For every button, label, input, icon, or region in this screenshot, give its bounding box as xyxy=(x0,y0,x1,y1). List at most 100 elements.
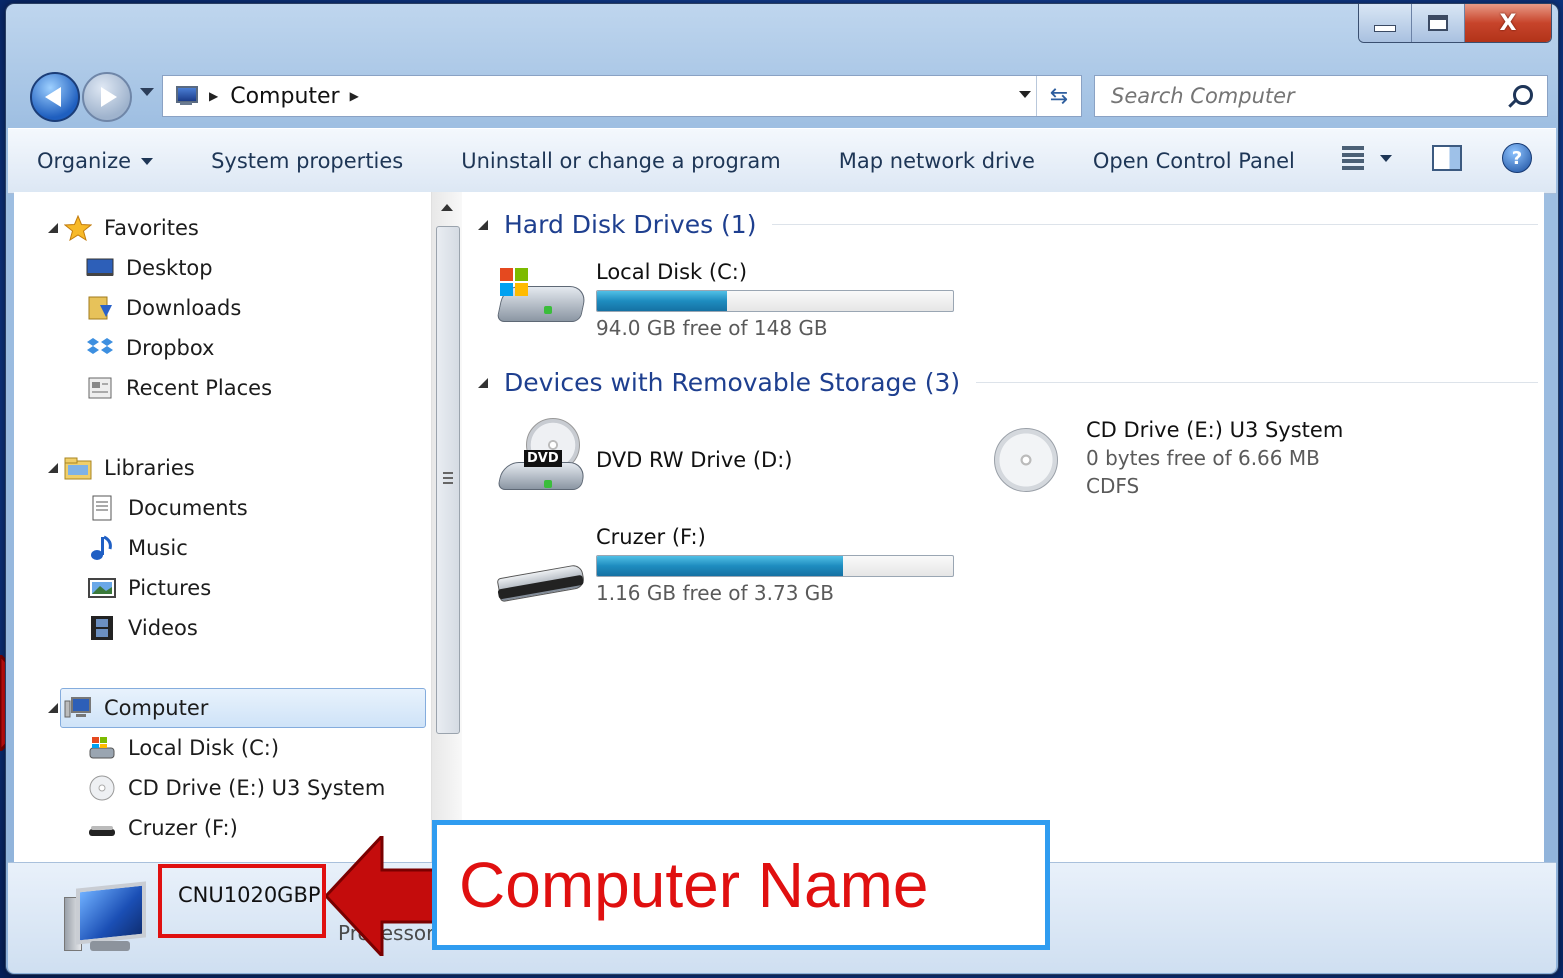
tree-cruzer[interactable]: Cruzer (F:) xyxy=(68,810,238,846)
collapsed-arrow-icon[interactable] xyxy=(68,540,78,556)
search-icon[interactable] xyxy=(1513,85,1533,105)
open-control-panel-button[interactable]: Open Control Panel xyxy=(1064,149,1324,173)
breadcrumb-separator-icon[interactable]: ▶ xyxy=(350,89,359,103)
tree-videos[interactable]: Videos xyxy=(68,610,198,646)
drive-name: CD Drive (E:) U3 System xyxy=(1086,418,1344,442)
chevron-down-icon xyxy=(1380,154,1392,162)
close-button[interactable]: X xyxy=(1465,4,1551,42)
minimize-button[interactable] xyxy=(1359,4,1412,42)
free-space: 1.16 GB free of 3.73 GB xyxy=(596,581,834,605)
group-removable-storage[interactable]: Devices with Removable Storage (3) xyxy=(478,368,1538,397)
usb-drive-icon xyxy=(494,525,588,605)
tree-desktop[interactable]: Desktop xyxy=(86,250,213,286)
close-icon: X xyxy=(1499,10,1517,36)
usage-bar xyxy=(596,290,954,312)
help-icon[interactable]: ? xyxy=(1502,143,1532,173)
computer-name-highlight-box xyxy=(158,864,326,938)
breadcrumb-computer[interactable]: Computer xyxy=(230,84,339,109)
free-space: 94.0 GB free of 148 GB xyxy=(596,316,828,340)
recent-pages-dropdown-icon[interactable] xyxy=(140,88,154,96)
computer-icon xyxy=(64,695,92,721)
address-bar[interactable]: ▶ Computer ▶ ⇆ xyxy=(162,75,1082,117)
breadcrumb-separator-icon[interactable]: ▶ xyxy=(209,89,218,103)
usb-drive-icon xyxy=(88,815,116,841)
nav-scrollbar[interactable] xyxy=(431,192,462,862)
collapsed-arrow-icon[interactable] xyxy=(68,580,78,596)
desktop-icon xyxy=(86,255,114,281)
refresh-button[interactable]: ⇆ xyxy=(1036,76,1081,116)
downloads-label: Downloads xyxy=(126,296,242,320)
star-icon xyxy=(63,214,93,242)
tree-downloads[interactable]: Downloads xyxy=(86,290,241,326)
pictures-icon xyxy=(88,575,116,601)
back-button[interactable] xyxy=(30,72,80,122)
drive-name: Local Disk (C:) xyxy=(596,260,748,284)
libraries-icon xyxy=(64,455,92,481)
forward-arrow-icon xyxy=(101,87,117,107)
expanded-arrow-icon[interactable] xyxy=(48,463,58,473)
pictures-label: Pictures xyxy=(128,576,212,600)
libraries-label: Libraries xyxy=(104,456,195,480)
collapse-group-icon[interactable] xyxy=(478,377,488,388)
scroll-thumb[interactable] xyxy=(436,226,460,734)
tree-music[interactable]: Music xyxy=(68,530,188,566)
tree-libraries[interactable]: Libraries xyxy=(48,450,195,486)
search-box[interactable] xyxy=(1094,75,1548,117)
content-pane: Hard Disk Drives (1) Local Disk (C:) 94.… xyxy=(462,192,1544,862)
change-view-button[interactable] xyxy=(1342,146,1392,170)
drive-local-disk[interactable]: Local Disk (C:) 94.0 GB free of 148 GB xyxy=(494,260,954,340)
collapsed-arrow-icon[interactable] xyxy=(68,500,78,516)
cruzer-label: Cruzer (F:) xyxy=(128,816,238,840)
caption-buttons: X xyxy=(1358,4,1552,43)
usage-bar-fill xyxy=(597,556,843,576)
back-arrow-icon xyxy=(45,87,61,107)
usage-bar-fill xyxy=(597,291,727,311)
organize-button[interactable]: Organize xyxy=(8,149,182,173)
tree-documents[interactable]: Documents xyxy=(68,490,248,526)
tree-favorites[interactable]: Favorites xyxy=(48,210,199,246)
tree-dropbox[interactable]: Dropbox xyxy=(86,330,214,366)
dvd-drive-icon: DVD xyxy=(494,418,588,498)
favorites-label: Favorites xyxy=(104,216,199,240)
forward-button[interactable] xyxy=(82,72,132,122)
annotation-arrow-icon xyxy=(326,836,444,956)
tree-local-disk[interactable]: Local Disk (C:) xyxy=(68,730,279,766)
map-network-drive-button[interactable]: Map network drive xyxy=(810,149,1064,173)
file-system: CDFS xyxy=(1086,474,1140,498)
documents-label: Documents xyxy=(128,496,248,520)
drive-cruzer[interactable]: Cruzer (F:) 1.16 GB free of 3.73 GB xyxy=(494,525,954,605)
maximize-button[interactable] xyxy=(1412,4,1465,42)
maximize-icon xyxy=(1428,15,1448,31)
navigation-pane: Favorites Desktop Downloads Dropbox Rece… xyxy=(14,192,462,862)
tree-cd-drive[interactable]: CD Drive (E:) U3 System xyxy=(68,770,385,806)
collapsed-arrow-icon[interactable] xyxy=(68,740,78,756)
preview-pane-icon[interactable] xyxy=(1432,145,1462,171)
collapsed-arrow-icon[interactable] xyxy=(68,780,78,796)
dropbox-label: Dropbox xyxy=(126,336,215,360)
scroll-up-icon[interactable] xyxy=(441,204,453,211)
computer-label: Computer xyxy=(104,696,209,720)
command-bar: Organize System properties Uninstall or … xyxy=(8,128,1556,194)
group-title: Devices with Removable Storage (3) xyxy=(504,368,961,397)
address-dropdown-icon[interactable] xyxy=(1019,91,1031,98)
views-icon xyxy=(1342,146,1364,170)
group-hard-disk-drives[interactable]: Hard Disk Drives (1) xyxy=(478,210,1538,239)
computer-icon xyxy=(173,85,199,107)
collapsed-arrow-icon[interactable] xyxy=(68,620,78,636)
music-icon xyxy=(88,535,116,561)
address-row: ▶ Computer ▶ ⇆ xyxy=(28,68,1556,124)
collapse-group-icon[interactable] xyxy=(478,219,488,230)
collapsed-arrow-icon[interactable] xyxy=(68,820,78,836)
drive-cd[interactable]: CD Drive (E:) U3 System 0 bytes free of … xyxy=(984,418,1343,498)
documents-icon xyxy=(88,495,116,521)
drive-dvd[interactable]: DVD DVD RW Drive (D:) xyxy=(494,418,793,498)
uninstall-program-button[interactable]: Uninstall or change a program xyxy=(432,149,810,173)
search-input[interactable] xyxy=(1109,83,1493,109)
music-label: Music xyxy=(128,536,188,560)
system-properties-button[interactable]: System properties xyxy=(182,149,432,173)
tree-pictures[interactable]: Pictures xyxy=(68,570,212,606)
expanded-arrow-icon[interactable] xyxy=(48,703,58,713)
tree-computer[interactable]: Computer xyxy=(48,690,208,726)
tree-recent-places[interactable]: Recent Places xyxy=(86,370,272,406)
expanded-arrow-icon[interactable] xyxy=(48,223,58,233)
